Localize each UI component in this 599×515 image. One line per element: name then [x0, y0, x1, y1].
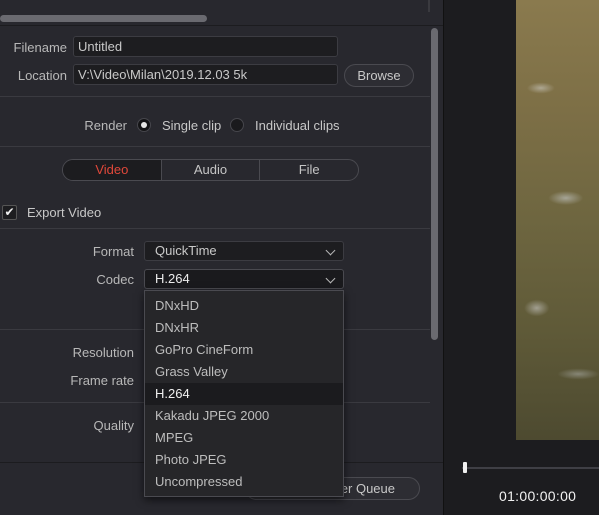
vertical-scrollbar[interactable] [431, 28, 438, 340]
timeline-scrubber[interactable] [462, 467, 599, 469]
chevron-down-icon [325, 245, 336, 256]
top-strip [0, 0, 443, 26]
divider [0, 96, 430, 97]
export-video-checkbox[interactable]: ✔ [2, 205, 17, 220]
codec-option-grass-valley[interactable]: Grass Valley [145, 361, 343, 383]
codec-option-dnxhd[interactable]: DNxHD [145, 295, 343, 317]
format-label: Format [92, 244, 134, 259]
output-tabs: Video Audio File [62, 159, 359, 181]
codec-select[interactable]: H.264 [144, 269, 344, 289]
codec-option-gopro-cineform[interactable]: GoPro CineForm [145, 339, 343, 361]
individual-clips-label: Individual clips [255, 118, 340, 133]
video-preview [516, 0, 599, 440]
export-video-label: Export Video [27, 205, 102, 220]
location-label: Location [17, 68, 67, 83]
filename-input[interactable]: Untitled [73, 36, 338, 57]
tab-video[interactable]: Video [63, 160, 161, 180]
codec-dropdown-list: DNxHD DNxHR GoPro CineForm Grass Valley … [144, 290, 344, 497]
single-clip-label: Single clip [162, 118, 222, 133]
individual-clips-radio[interactable] [230, 118, 244, 132]
frame-rate-label: Frame rate [70, 373, 134, 388]
single-clip-radio[interactable] [137, 118, 151, 132]
codec-option-dnxhr[interactable]: DNxHR [145, 317, 343, 339]
codec-label: Codec [96, 272, 134, 287]
codec-option-h264[interactable]: H.264 [145, 383, 343, 405]
browse-button[interactable]: Browse [344, 64, 414, 87]
location-input[interactable]: V:\Video\Milan\2019.12.03 5k [73, 64, 338, 85]
chevron-down-icon [325, 273, 336, 284]
playhead-handle[interactable] [463, 462, 467, 473]
codec-value: H.264 [155, 271, 190, 286]
codec-option-photo-jpeg[interactable]: Photo JPEG [145, 449, 343, 471]
codec-option-kakadu-jpeg-2000[interactable]: Kakadu JPEG 2000 [145, 405, 343, 427]
divider [428, 0, 430, 12]
filename-label: Filename [13, 40, 67, 55]
render-label: Render [84, 118, 127, 133]
quality-label: Quality [93, 418, 134, 433]
divider [0, 146, 430, 147]
tab-file[interactable]: File [259, 160, 358, 180]
divider [0, 228, 430, 229]
format-value: QuickTime [155, 243, 217, 258]
divider [443, 0, 444, 515]
codec-option-mpeg[interactable]: MPEG [145, 427, 343, 449]
format-select[interactable]: QuickTime [144, 241, 344, 261]
codec-option-uncompressed[interactable]: Uncompressed [145, 471, 343, 493]
timecode-display: 01:00:00:00 [499, 488, 577, 504]
horizontal-scrollbar[interactable] [0, 15, 207, 22]
tab-audio[interactable]: Audio [160, 160, 260, 180]
render-settings-panel: Filename Untitled Location V:\Video\Mila… [0, 0, 443, 515]
resolution-label: Resolution [72, 345, 134, 360]
